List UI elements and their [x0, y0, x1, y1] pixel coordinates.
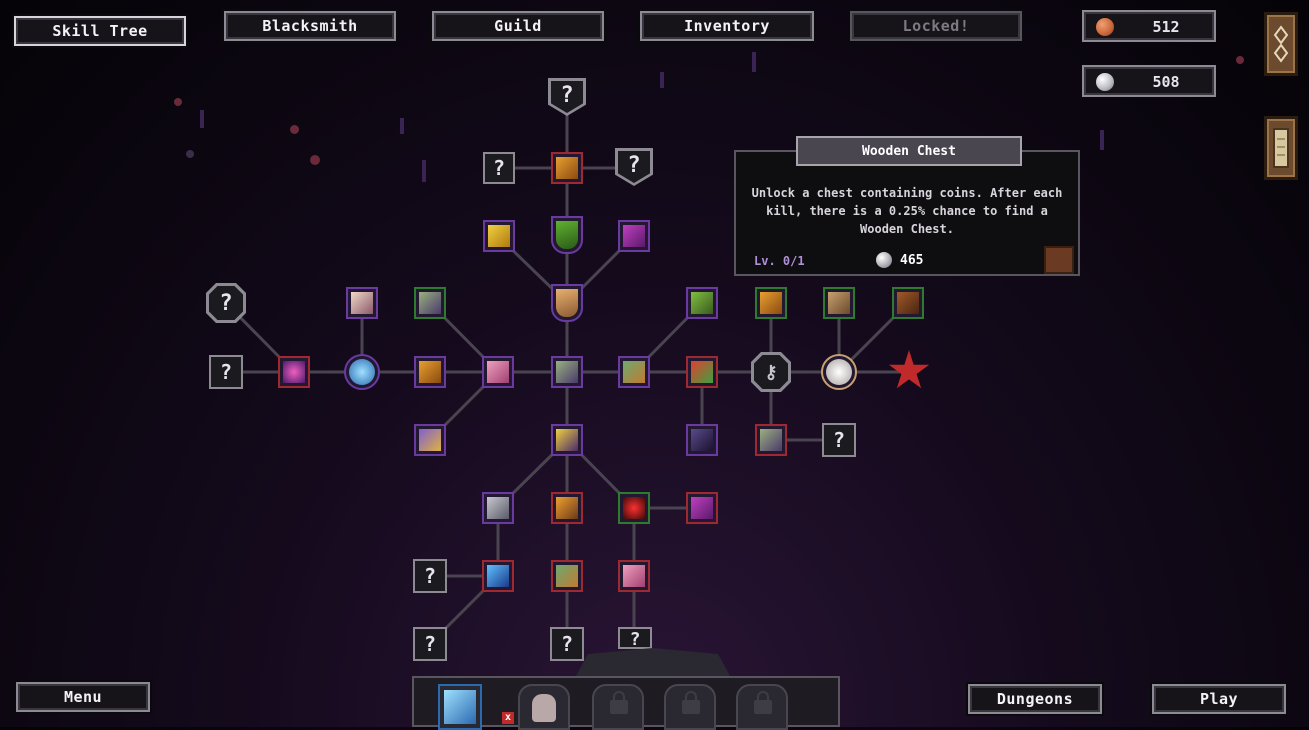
menu-button[interactable]: Menu: [14, 680, 152, 714]
hotbar-slot-blue-strike[interactable]: [438, 684, 482, 730]
tooltip-level: Lv. 0/1: [754, 254, 805, 268]
silver-coin-icon: [876, 252, 892, 268]
unknown-skill-node[interactable]: ?: [206, 283, 246, 323]
hotbar-slot-locked[interactable]: [664, 684, 716, 730]
skill-node-spellbook-icon[interactable]: [414, 356, 446, 388]
skill-node-blue-strike-icon[interactable]: [344, 354, 380, 390]
skill-node-bomb-icon[interactable]: [551, 424, 583, 456]
ability-hotbar: [412, 676, 840, 730]
skill-node-syringe-icon[interactable]: [618, 560, 650, 592]
lock-icon: [754, 691, 772, 714]
skill-node-target-icon[interactable]: [618, 492, 650, 524]
skill-node-claw-icon[interactable]: [483, 220, 515, 252]
skill-node-hand-icon[interactable]: [618, 356, 650, 388]
tooltip-cost-value: 465: [900, 252, 924, 268]
skill-node-hooded-figure-icon[interactable]: [686, 424, 718, 456]
skill-node-potions-icon[interactable]: [686, 356, 718, 388]
skill-node-spellbook-icon[interactable]: [551, 152, 583, 184]
lock-icon: [610, 691, 628, 714]
tooltip-title: Wooden Chest: [796, 136, 1022, 166]
unknown-skill-node[interactable]: ?: [550, 627, 584, 661]
hotbar-slot-locked[interactable]: [592, 684, 644, 730]
unknown-skill-node[interactable]: ?: [209, 355, 243, 389]
tooltip-description: Unlock a chest containing coins. After e…: [751, 186, 1063, 236]
skill-node-orc-icon[interactable]: [686, 287, 718, 319]
skill-tooltip: Wooden Chest Unlock a chest containing c…: [734, 136, 1080, 276]
skill-node-zombie-core-icon[interactable]: [551, 356, 583, 388]
unknown-skill-node[interactable]: ?: [618, 627, 652, 650]
remove-slot-icon[interactable]: x: [502, 712, 514, 724]
skill-node-blue-flame-icon[interactable]: [482, 560, 514, 592]
skill-node-zombie-icon[interactable]: [414, 287, 446, 319]
hotbar-slot-locked[interactable]: [736, 684, 788, 730]
skill-node-cowboy-skull-icon[interactable]: [823, 287, 855, 319]
skill-node-compass-icon[interactable]: [821, 354, 857, 390]
play-button[interactable]: Play: [1150, 682, 1288, 716]
skill-node-spellbook-icon[interactable]: [755, 287, 787, 319]
dungeons-button[interactable]: Dungeons: [966, 682, 1104, 716]
skill-node-armor-shield-icon[interactable]: [551, 284, 583, 322]
skill-tree-links: [224, 97, 910, 648]
skill-node-hammer-icon[interactable]: [551, 492, 583, 524]
skill-node-pink-slash-icon[interactable]: [686, 492, 718, 524]
unknown-skill-node[interactable]: ?: [483, 152, 515, 184]
blue-strike-icon: [444, 690, 476, 724]
unknown-skill-node[interactable]: ?: [413, 559, 447, 593]
unknown-skill-node[interactable]: ?: [822, 423, 856, 457]
key-skill-node[interactable]: ⚷: [751, 352, 791, 392]
skill-node-goblin-shield-icon[interactable]: [551, 216, 583, 254]
hotbar-slot-skull[interactable]: [518, 684, 570, 730]
skill-node-jester-skull-icon[interactable]: [346, 287, 378, 319]
skill-node-blades-icon[interactable]: [482, 492, 514, 524]
lock-icon: [682, 691, 700, 714]
tooltip-cost: 465: [876, 252, 923, 268]
skill-node-hand-icon[interactable]: [551, 560, 583, 592]
skill-node-zombie-icon[interactable]: [755, 424, 787, 456]
skill-node-potion-jar-icon[interactable]: [414, 424, 446, 456]
wooden-chest-icon: [1044, 246, 1074, 274]
skill-node-syringe-icon[interactable]: [482, 356, 514, 388]
skull-icon: [532, 694, 556, 722]
skill-node-vortex-icon[interactable]: [278, 356, 310, 388]
skill-node-wooden-chest-icon[interactable]: [892, 287, 924, 319]
skill-node-pink-slash-icon[interactable]: [618, 220, 650, 252]
unknown-skill-node[interactable]: ?: [413, 627, 447, 661]
